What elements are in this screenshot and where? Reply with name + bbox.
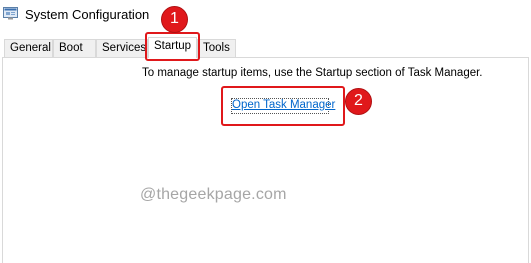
msconfig-icon — [3, 7, 18, 20]
window-title: System Configuration — [25, 7, 150, 22]
watermark-text: @thegeekpage.com — [140, 186, 287, 203]
tab-boot[interactable]: Boot — [53, 39, 96, 57]
tab-general[interactable]: General — [4, 39, 53, 57]
callout-badge-1: 1 — [161, 6, 188, 33]
tab-strip: General Boot Services Startup Tools — [0, 37, 531, 58]
tab-services[interactable]: Services — [96, 39, 148, 57]
callout-highlight-task-manager-link — [221, 86, 345, 126]
title-bar: System Configuration — [0, 0, 531, 30]
callout-badge-2: 2 — [345, 88, 372, 115]
callout-highlight-startup-tab — [145, 32, 200, 61]
startup-info-text: To manage startup items, use the Startup… — [142, 67, 483, 79]
tab-tools[interactable]: Tools — [197, 39, 236, 57]
system-configuration-window: System Configuration General Boot Servic… — [0, 0, 531, 263]
